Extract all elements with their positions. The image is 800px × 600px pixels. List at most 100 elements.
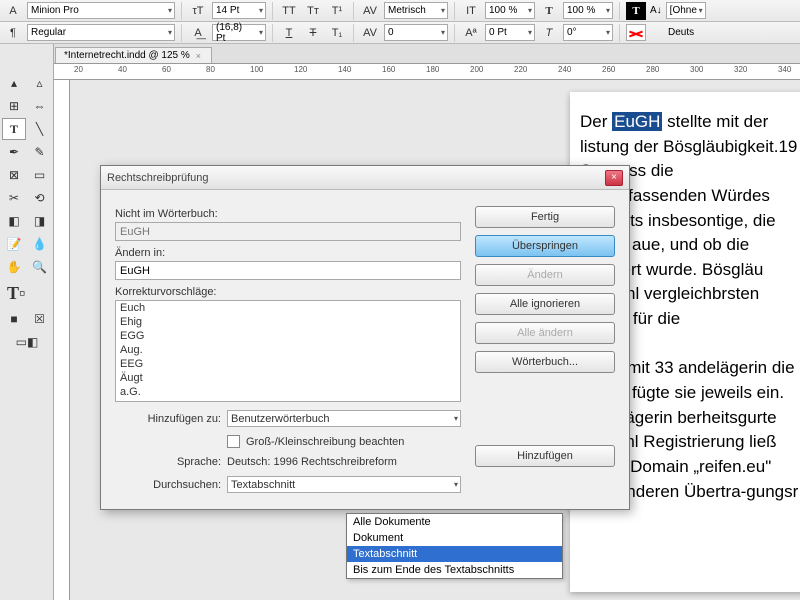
hand-tool[interactable]: ✋ <box>2 256 26 278</box>
rectangle-tool[interactable]: ▭ <box>28 164 52 186</box>
baseline-dropdown[interactable]: 0 Pt <box>485 24 535 41</box>
kerning-dropdown[interactable]: Metrisch <box>384 2 448 19</box>
font-size-icon: τT <box>188 2 208 20</box>
hscale-dropdown[interactable]: 100 % <box>563 2 613 19</box>
dialog-title: Rechtschreibprüfung <box>107 172 209 184</box>
skew-dropdown[interactable]: 0° <box>563 24 613 41</box>
page-tool[interactable]: ⊞ <box>2 95 26 117</box>
gradient-feather-tool[interactable]: ◨ <box>28 210 52 232</box>
pen-tool[interactable]: ✒ <box>2 141 26 163</box>
done-button[interactable]: Fertig <box>475 206 615 228</box>
dialog-titlebar[interactable]: Rechtschreibprüfung × <box>101 166 629 190</box>
leading-dropdown[interactable]: (16,8) Pt <box>212 24 266 41</box>
skip-button[interactable]: Überspringen <box>475 235 615 257</box>
close-tab-icon[interactable]: × <box>194 51 203 61</box>
vscale-dropdown[interactable]: 100 % <box>485 2 535 19</box>
list-item[interactable]: EEG <box>116 357 460 371</box>
allcaps-icon[interactable]: TT <box>279 2 299 20</box>
frame-tool[interactable]: ⊠ <box>2 164 26 186</box>
smallcaps-icon[interactable]: Tᴛ <box>303 2 323 20</box>
transform-tool[interactable]: ⟲ <box>28 187 52 209</box>
font-size-dropdown[interactable]: 14 Pt <box>212 2 266 19</box>
font-weight-dropdown[interactable]: Regular <box>27 24 175 41</box>
tracking-dropdown[interactable]: 0 <box>384 24 448 41</box>
selection-tool[interactable]: ▴ <box>2 72 26 94</box>
not-in-dict-field <box>115 222 461 241</box>
apply-color[interactable]: ■ <box>2 308 26 330</box>
add-button[interactable]: Hinzufügen <box>475 445 615 467</box>
dictionary-button[interactable]: Wörterbuch... <box>475 351 615 373</box>
language-row-label: Sprache: <box>115 456 221 468</box>
underline-icon[interactable]: T <box>279 24 299 42</box>
view-mode[interactable]: ▭◧ <box>2 331 52 353</box>
ruler-horizontal: 2040608010012014016018020022024026028030… <box>54 64 800 80</box>
para-panel-icon[interactable]: ¶ <box>3 24 23 42</box>
list-item[interactable]: Ehig <box>116 315 460 329</box>
dropdown-option[interactable]: Textabschnitt <box>347 546 562 562</box>
eyedropper-tool[interactable]: 💧 <box>28 233 52 255</box>
gap-tool[interactable]: ⇔ <box>28 95 52 117</box>
hscale-icon: T <box>539 2 559 20</box>
list-item[interactable]: Euch <box>116 301 460 315</box>
charstyle-dropdown[interactable]: [Ohne <box>666 2 706 19</box>
list-item[interactable]: a.G. <box>116 385 460 399</box>
list-item[interactable]: Aug. <box>116 343 460 357</box>
baseline-icon: Aª <box>461 24 481 42</box>
note-tool[interactable]: 📝 <box>2 233 26 255</box>
add-to-dropdown[interactable]: Benutzerwörterbuch <box>227 410 461 427</box>
subscript-icon[interactable]: T₁ <box>327 24 347 42</box>
search-dropdown[interactable]: Textabschnitt <box>227 476 461 493</box>
control-panel-row2: ¶ Regular A͟ (16,8) Pt T T T₁ AV 0 Aª 0 … <box>0 22 800 44</box>
kerning-icon: AV <box>360 2 380 20</box>
language-value: Deutsch: 1996 Rechtschreibreform <box>227 456 397 468</box>
search-dropdown-list[interactable]: Alle DokumenteDokumentTextabschnittBis z… <box>346 513 563 579</box>
case-checkbox[interactable] <box>227 435 240 448</box>
superscript-icon[interactable]: T¹ <box>327 2 347 20</box>
close-icon[interactable]: × <box>605 170 623 186</box>
dropdown-option[interactable]: Dokument <box>347 530 562 546</box>
gradient-tool[interactable]: ◧ <box>2 210 26 232</box>
fill-stroke-proxy[interactable]: T▫ <box>2 279 52 307</box>
spellcheck-dialog: Rechtschreibprüfung × Nicht im Wörterbuc… <box>100 165 630 510</box>
suggestions-list[interactable]: EuchEhigEGGAug.EEGÄugta.G.High <box>115 300 461 402</box>
suggestions-label: Korrekturvorschläge: <box>115 286 461 298</box>
add-to-label: Hinzufügen zu: <box>115 413 221 425</box>
font-family-dropdown[interactable]: Minion Pro <box>27 2 175 19</box>
not-in-dict-label: Nicht im Wörterbuch: <box>115 208 461 220</box>
change-button[interactable]: Ändern <box>475 264 615 286</box>
change-to-field[interactable] <box>115 261 461 280</box>
skew-icon: T <box>539 24 559 42</box>
char-panel-icon[interactable]: A <box>3 2 23 20</box>
list-item[interactable]: Äugt <box>116 371 460 385</box>
dropdown-option[interactable]: Bis zum Ende des Textabschnitts <box>347 562 562 578</box>
ruler-vertical <box>54 80 70 600</box>
zoom-tool[interactable]: 🔍 <box>28 256 52 278</box>
pencil-tool[interactable]: ✎ <box>28 141 52 163</box>
scissors-tool[interactable]: ✂ <box>2 187 26 209</box>
list-item[interactable]: EGG <box>116 329 460 343</box>
direct-selection-tool[interactable]: ▵ <box>28 72 52 94</box>
fill-swatch[interactable]: T <box>626 2 646 20</box>
tracking-icon: AV <box>360 24 380 42</box>
tab-title: *Internetrecht.indd @ 125 % <box>64 50 190 61</box>
list-item[interactable]: High <box>116 399 460 402</box>
change-to-label: Ändern in: <box>115 247 461 259</box>
dropdown-option[interactable]: Alle Dokumente <box>347 514 562 530</box>
ignore-all-button[interactable]: Alle ignorieren <box>475 293 615 315</box>
highlighted-word: EuGH <box>612 112 662 131</box>
change-all-button[interactable]: Alle ändern <box>475 322 615 344</box>
search-label: Durchsuchen: <box>115 479 221 491</box>
document-tab[interactable]: *Internetrecht.indd @ 125 % × <box>55 47 212 63</box>
left-column: Nicht im Wörterbuch: Ändern in: Korrektu… <box>115 202 461 493</box>
document-tabbar: *Internetrecht.indd @ 125 % × <box>0 44 800 64</box>
strike-icon[interactable]: T <box>303 24 323 42</box>
toolbox: ▴ ▵ ⊞ ⇔ T ╲ ✒ ✎ ⊠ ▭ ✂ ⟲ ◧ ◨ 📝 💧 ✋ 🔍 T▫ ■… <box>0 44 54 600</box>
apply-none[interactable]: ☒ <box>28 308 52 330</box>
line-tool[interactable]: ╲ <box>28 118 52 140</box>
vscale-icon: IT <box>461 2 481 20</box>
control-panel-row1: A Minion Pro τT 14 Pt TT Tᴛ T¹ AV Metris… <box>0 0 800 22</box>
leading-icon: A͟ <box>188 24 208 42</box>
stroke-none-icon[interactable] <box>626 24 646 41</box>
type-tool[interactable]: T <box>2 118 26 140</box>
language-label: Deuts <box>668 27 694 38</box>
